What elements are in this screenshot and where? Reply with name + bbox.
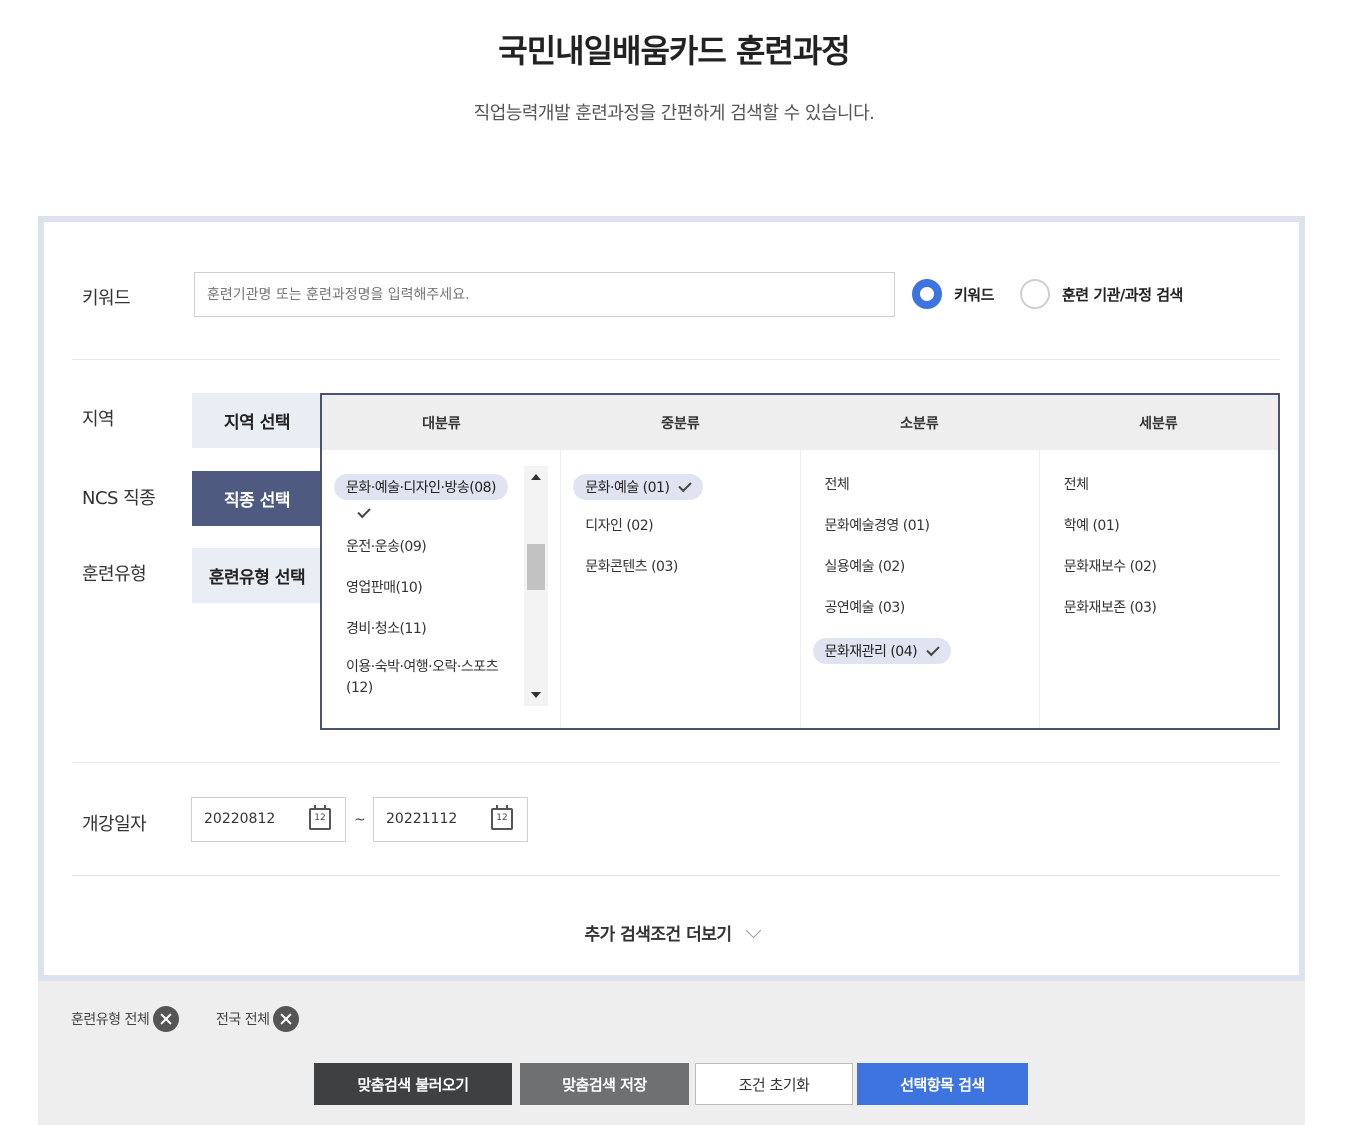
filter-tag-label: 훈련유형 전체 [71,1012,150,1028]
middle-item-label: 문화·예술 (01) [585,480,670,496]
scroll-thumb[interactable] [527,544,546,590]
major-list: 문화·예술·디자인·방송(08) 운전·운송(09) 영업판매(10) 경비·청… [322,450,562,728]
list-item[interactable]: 문화콘텐츠 (03) [561,556,799,597]
start-date-value: 20220812 [204,811,276,827]
date-label: 개강일자 [82,814,147,835]
header-major: 대분류 [422,415,461,432]
radio-institution-label: 훈련 기관/과정 검색 [1062,285,1183,304]
minor-item-selected[interactable]: 문화재관리 (04) [801,638,1039,679]
category-selector: 대분류 중분류 소분류 세분류 문화·예술·디자인·방송(08) 운전·운송(0… [320,393,1280,730]
list-item[interactable]: 문화재보수 (02) [1040,556,1278,597]
selected-chip: 문화재관리 (04) [812,638,952,664]
type-label: 훈련유형 [82,564,147,585]
chevron-down-icon [745,922,761,939]
region-select-button[interactable]: 지역 선택 [192,393,322,448]
major-item-label: 문화·예술·디자인·방송(08) [346,480,497,496]
header-minor: 소분류 [900,415,939,432]
ncs-label: NCS 직종 [82,488,156,509]
keyword-label: 키워드 [82,288,131,309]
list-item[interactable]: 실용예술 (02) [801,556,1039,597]
list-item[interactable]: 문화재보존 (03) [1040,597,1278,638]
list-item[interactable]: 전체 [1040,474,1278,515]
end-date-value: 20221112 [386,811,458,827]
bottom-bar: 훈련유형 전체 전국 전체 맞춤검색 불러오기 맞춤검색 저장 조건 초기화 선… [38,981,1305,1125]
scroll-up-icon[interactable] [531,474,542,480]
remove-tag-icon[interactable] [273,1006,300,1032]
calendar-icon[interactable]: 12 [491,805,513,830]
radio-institution[interactable]: 훈련 기관/과정 검색 [1020,279,1183,309]
divider [72,762,1280,763]
divider [72,875,1280,876]
type-select-button[interactable]: 훈련유형 선택 [192,548,322,603]
radio-unchecked-icon [1020,279,1050,309]
selected-chip: 문화·예술 (01) [573,474,704,500]
search-panel: 키워드 키워드 훈련 기관/과정 검색 지역 NCS 직종 훈련유형 지역 선택… [38,216,1305,981]
scrollbar[interactable] [524,466,549,706]
reset-button[interactable]: 조건 초기화 [695,1063,853,1105]
remove-tag-icon[interactable] [153,1006,180,1032]
check-icon [357,504,371,519]
minor-list: 전체 문화예술경영 (01) 실용예술 (02) 공연예술 (03) 문화재관리… [801,450,1040,728]
detail-list: 전체 학예 (01) 문화재보수 (02) 문화재보존 (03) [1040,450,1278,728]
start-date-field[interactable]: 20220812 12 [191,797,346,842]
ncs-select-button[interactable]: 직종 선택 [192,471,322,526]
filter-tag: 전국 전체 [216,1006,300,1032]
list-item[interactable]: 학예 (01) [1040,515,1278,556]
middle-item-selected[interactable]: 문화·예술 (01) [561,474,799,515]
filter-tag: 훈련유형 전체 [71,1006,180,1032]
save-search-button[interactable]: 맞춤검색 저장 [520,1063,689,1105]
category-header: 대분류 중분류 소분류 세분류 [322,395,1278,450]
radio-keyword-label: 키워드 [954,285,994,304]
calendar-icon[interactable]: 12 [309,805,331,830]
keyword-input[interactable] [194,272,895,317]
minor-item-label: 문화재관리 (04) [824,644,918,660]
more-conditions-toggle[interactable]: 추가 검색조건 더보기 [44,920,1299,945]
search-button[interactable]: 선택항목 검색 [857,1063,1028,1105]
header-middle: 중분류 [661,415,700,432]
list-item[interactable]: 문화예술경영 (01) [801,515,1039,556]
region-label: 지역 [82,409,115,430]
more-conditions-label: 추가 검색조건 더보기 [584,925,732,945]
date-separator: ~ [354,812,366,828]
middle-list: 문화·예술 (01) 디자인 (02) 문화콘텐츠 (03) [561,450,801,728]
page-title: 국민내일배움카드 훈련과정 [498,32,850,70]
end-date-field[interactable]: 20221112 12 [373,797,528,842]
check-icon [678,478,693,492]
radio-checked-icon [912,279,942,309]
radio-keyword[interactable]: 키워드 [912,279,994,309]
filter-tag-label: 전국 전체 [216,1012,270,1028]
check-icon [926,642,940,656]
divider [72,359,1280,360]
load-search-button[interactable]: 맞춤검색 불러오기 [314,1063,512,1105]
scroll-down-icon[interactable] [531,692,542,698]
selected-chip: 문화·예술·디자인·방송(08) [334,474,509,500]
header-detail: 세분류 [1139,415,1178,432]
list-item[interactable]: 전체 [801,474,1039,515]
page-subtitle: 직업능력개발 훈련과정을 간편하게 검색할 수 있습니다. [473,103,875,124]
list-item[interactable]: 디자인 (02) [561,515,799,556]
list-item[interactable]: 공연예술 (03) [801,597,1039,638]
